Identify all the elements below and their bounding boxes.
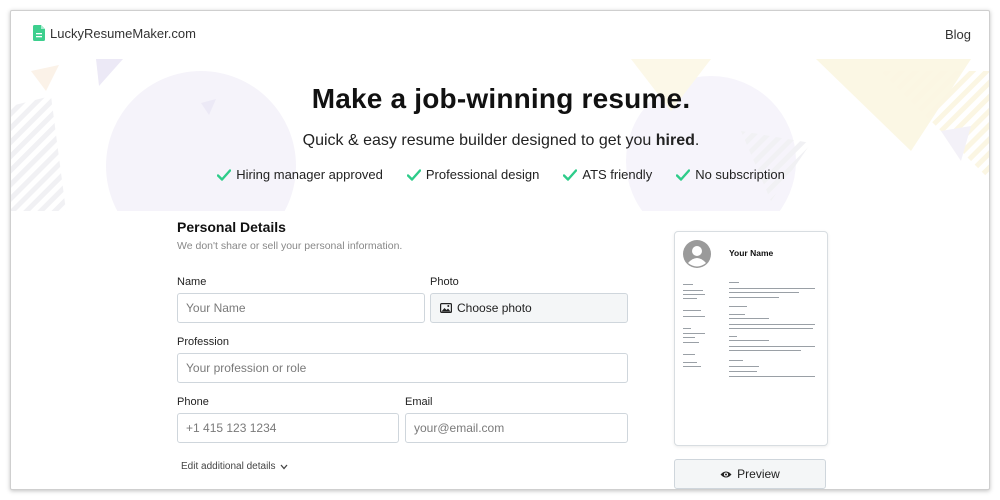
check-icon xyxy=(217,168,232,181)
image-icon xyxy=(440,303,452,313)
preview-button[interactable]: Preview xyxy=(674,459,826,489)
name-input[interactable] xyxy=(177,293,425,323)
phone-input[interactable] xyxy=(177,413,399,443)
hero: Make a job-winning resume. Quick & easy … xyxy=(11,83,989,150)
feature-item: ATS friendly xyxy=(563,167,652,182)
feature-label: ATS friendly xyxy=(582,167,653,182)
choose-photo-label: Choose photo xyxy=(457,301,532,315)
feature-item: No subscription xyxy=(676,167,785,182)
choose-photo-button[interactable]: Choose photo xyxy=(430,293,628,323)
section-title: Personal Details xyxy=(177,219,286,235)
feature-list: Hiring manager approved Professional des… xyxy=(11,167,989,182)
privacy-note: We don't share or sell your personal inf… xyxy=(177,240,403,252)
check-icon xyxy=(406,168,421,181)
email-input[interactable] xyxy=(405,413,628,443)
preview-button-label: Preview xyxy=(737,467,780,481)
phone-label: Phone xyxy=(177,396,209,408)
chevron-down-icon xyxy=(280,464,288,469)
hero-subtitle-bold: hired xyxy=(655,132,695,149)
check-icon xyxy=(676,168,691,181)
photo-label: Photo xyxy=(430,276,459,288)
logo-text: LuckyResumeMaker.com xyxy=(50,25,196,41)
feature-label: Hiring manager approved xyxy=(236,167,383,182)
eye-icon xyxy=(720,471,732,477)
email-label: Email xyxy=(405,396,433,408)
profession-input[interactable] xyxy=(177,353,628,383)
preview-placeholder-lines xyxy=(683,282,815,377)
edit-additional-details[interactable]: Edit additional details xyxy=(181,461,288,472)
logo[interactable]: LuckyResumeMaker.com xyxy=(33,25,196,41)
name-label: Name xyxy=(177,276,207,288)
browser-page: LuckyResumeMaker.com Blog Make a job-win… xyxy=(10,10,990,490)
hero-subtitle-suffix: . xyxy=(694,132,700,149)
feature-item: Hiring manager approved xyxy=(217,167,383,182)
resume-preview[interactable]: Your Name xyxy=(674,231,828,446)
hero-subtitle: Quick & easy resume builder designed to … xyxy=(11,132,989,150)
profession-label: Profession xyxy=(177,336,229,348)
blog-link[interactable]: Blog xyxy=(945,27,971,42)
check-icon xyxy=(563,168,578,181)
feature-label: No subscription xyxy=(695,167,785,182)
hero-subtitle-prefix: Quick & easy resume builder designed to … xyxy=(302,132,656,149)
hero-title: Make a job-winning resume. xyxy=(311,83,691,114)
feature-label: Professional design xyxy=(425,167,540,182)
edit-additional-details-label: Edit additional details xyxy=(181,461,276,472)
personal-details-form: Personal Details We don't share or sell … xyxy=(177,219,629,472)
document-logo-icon xyxy=(33,25,45,41)
top-bar: LuckyResumeMaker.com Blog xyxy=(11,11,989,57)
feature-item: Professional design xyxy=(406,167,540,182)
